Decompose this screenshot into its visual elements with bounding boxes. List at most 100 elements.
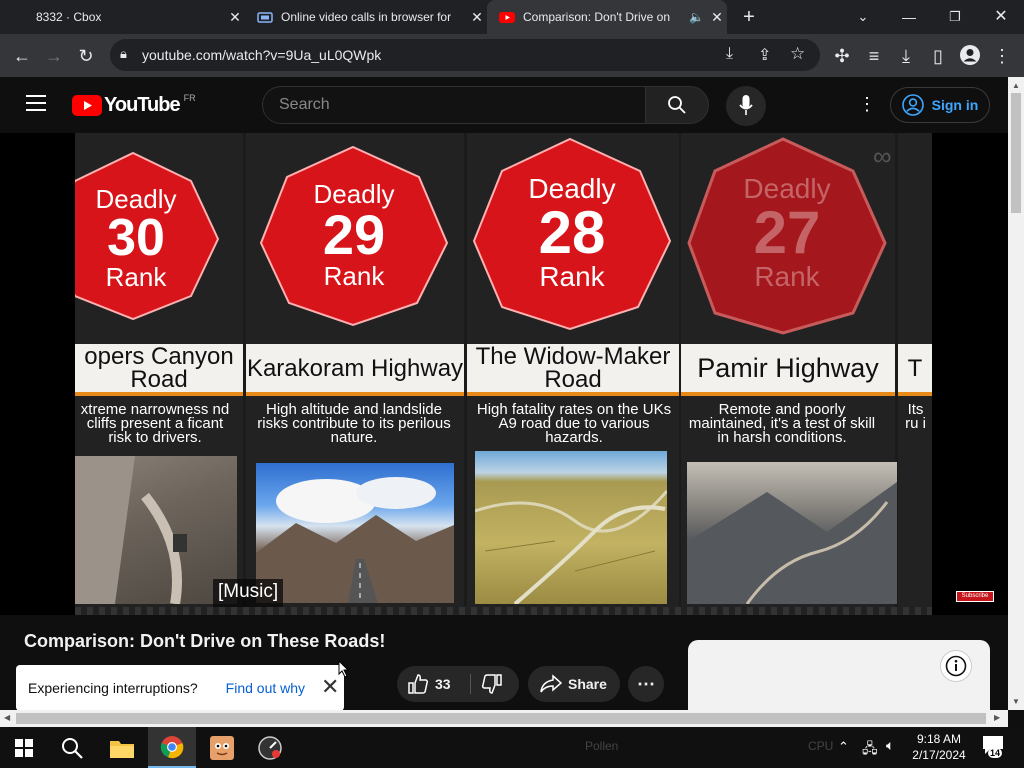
toast-message: Experiencing interruptions? xyxy=(28,680,198,696)
recorder-app[interactable] xyxy=(246,727,294,768)
more-actions-button[interactable]: ⋯ xyxy=(628,666,664,702)
address-bar[interactable]: 🔒︎ youtube.com/watch?v=9Ua_uL0QWpk ⤓ ⇪ ☆ xyxy=(110,39,820,71)
search-icon xyxy=(668,96,686,114)
horizontal-scrollbar[interactable]: ◀ ▶ xyxy=(0,710,1008,727)
tab-youtube-active[interactable]: Comparison: Don't Drive on 🔈 ✕ xyxy=(487,0,727,34)
sign-in-label: Sign in xyxy=(931,97,979,113)
road-title: opers Canyon Road xyxy=(75,344,243,396)
toast-close-icon[interactable]: ✕ xyxy=(321,676,339,698)
like-count: 33 xyxy=(435,676,451,692)
ad-slot[interactable] xyxy=(688,640,990,712)
window-close-icon[interactable]: ✕ xyxy=(990,6,1012,28)
browser-toolbar: ← → ↻ 🔒︎ youtube.com/watch?v=9Ua_uL0QWpk… xyxy=(0,34,1024,77)
video-call-favicon-icon xyxy=(257,9,273,25)
subscribe-watermark[interactable]: Subscribe xyxy=(956,591,994,602)
settings-kebab-icon[interactable]: ⋮ xyxy=(858,94,876,116)
dislike-button[interactable] xyxy=(481,673,503,695)
network-icon[interactable]: 🖧︎ xyxy=(862,738,878,762)
road-title: Pamir Highway xyxy=(681,344,895,396)
hamburger-menu-icon[interactable] xyxy=(26,95,46,111)
info-icon xyxy=(945,655,967,677)
search-input[interactable]: Search xyxy=(262,86,646,124)
volume-muted-icon[interactable]: 🔈︎ xyxy=(886,737,894,754)
side-panel-icon[interactable]: ▯ xyxy=(926,44,950,68)
downloads-icon[interactable]: ⤓ xyxy=(894,44,918,68)
extensions-puzzle-icon[interactable]: ✣ xyxy=(830,44,854,68)
media-queue-icon[interactable]: ≡ xyxy=(862,44,886,68)
scroll-left-arrow-icon[interactable]: ◀ xyxy=(4,713,10,722)
minimize-icon[interactable]: — xyxy=(898,6,920,28)
like-dislike-segment: 33 xyxy=(397,666,519,702)
vertical-scrollbar[interactable]: ▲ ▼ xyxy=(1008,77,1024,710)
infinity-logo-icon: ∞ xyxy=(873,141,892,171)
youtube-play-logo-icon xyxy=(72,95,102,116)
scroll-down-arrow-icon[interactable]: ▼ xyxy=(1012,697,1020,706)
faded-tray-label: Pollen xyxy=(585,739,619,753)
faded-tray-label: CPU xyxy=(808,739,834,753)
video-player[interactable]: Deadly 30 Rank Deadly 29 Rank Deadly 28 … xyxy=(0,133,1008,615)
chrome-menu-kebab-icon[interactable]: ⋮ xyxy=(990,44,1014,68)
tab-video-calls[interactable]: Online video calls in browser for ✕ xyxy=(245,0,487,34)
share-button[interactable]: Share xyxy=(528,666,620,702)
scroll-up-arrow-icon[interactable]: ▲ xyxy=(1012,81,1020,90)
tab-close-icon[interactable]: ✕ xyxy=(467,9,487,26)
install-app-icon[interactable]: ⤓ xyxy=(726,45,733,63)
tab-cbox[interactable]: 8332 · Cbox ✕ xyxy=(0,0,245,34)
road-description: Its ru i xyxy=(905,403,926,431)
tab-label: 8332 · Cbox xyxy=(36,10,102,24)
karakoram-photo xyxy=(256,463,454,603)
clock-time: 9:18 AM xyxy=(916,732,962,746)
browser-tab-strip: 8332 · Cbox ✕ Online video calls in brow… xyxy=(0,0,1024,34)
scrollbar-thumb[interactable] xyxy=(16,713,986,724)
show-hidden-icons-chevron-icon[interactable]: ⌃ xyxy=(838,739,849,755)
notification-center-button[interactable]: 14 xyxy=(982,735,1010,761)
tab-label: Comparison: Don't Drive on xyxy=(523,10,671,24)
youtube-logo[interactable]: YouTube FR xyxy=(72,93,196,117)
windows-logo-icon xyxy=(15,738,33,757)
tab-label: Online video calls in browser for xyxy=(281,10,452,24)
badge-text: Deadly 29 Rank xyxy=(313,179,395,291)
share-page-icon[interactable]: ⇪ xyxy=(758,45,771,65)
scroll-right-arrow-icon[interactable]: ▶ xyxy=(994,713,1000,722)
voice-search-button[interactable] xyxy=(726,86,766,126)
mouse-cursor-icon xyxy=(338,659,350,678)
chrome-app[interactable] xyxy=(148,727,196,768)
tab-close-icon[interactable]: ✕ xyxy=(225,9,245,26)
badge-text-blurred: Deadly 27 Rank xyxy=(743,173,831,292)
interruptions-toast: Experiencing interruptions? Find out why… xyxy=(16,665,344,711)
a9-road-photo xyxy=(475,451,667,604)
new-tab-plus-icon[interactable]: + xyxy=(738,6,760,28)
film-strip-divider xyxy=(75,607,932,615)
back-arrow-icon[interactable]: ← xyxy=(10,44,34,68)
clock[interactable]: 9:18 AM 2/17/2024 xyxy=(910,731,968,763)
bookmark-star-icon[interactable]: ☆ xyxy=(790,44,805,64)
taskbar-search-button[interactable] xyxy=(48,727,96,768)
sign-in-button[interactable]: Sign in xyxy=(890,87,990,123)
tab-search-chevron-icon[interactable]: ⌄ xyxy=(852,6,874,28)
speaker-icon[interactable]: 🔈 xyxy=(689,10,707,24)
character-app[interactable] xyxy=(198,727,246,768)
tab-close-icon[interactable]: ✕ xyxy=(707,9,727,26)
clock-date: 2/17/2024 xyxy=(912,748,966,762)
profile-avatar-icon[interactable] xyxy=(958,44,982,68)
notification-count-badge: 14 xyxy=(988,748,1003,758)
search-button[interactable] xyxy=(645,86,709,124)
recorder-icon xyxy=(258,735,282,760)
find-out-why-link[interactable]: Find out why xyxy=(226,680,305,696)
lock-icon[interactable]: 🔒︎ xyxy=(120,46,127,62)
account-circle-icon xyxy=(901,94,924,116)
video-frame[interactable]: Deadly 30 Rank Deadly 29 Rank Deadly 28 … xyxy=(75,133,932,615)
forward-arrow-icon[interactable]: → xyxy=(42,44,66,68)
restore-icon[interactable]: ❐ xyxy=(944,6,966,28)
reload-icon[interactable]: ↻ xyxy=(74,44,98,68)
file-explorer-app[interactable] xyxy=(98,727,146,768)
scrollbar-thumb[interactable] xyxy=(1011,93,1021,213)
url-text: youtube.com/watch?v=9Ua_uL0QWpk xyxy=(142,47,382,63)
info-button[interactable] xyxy=(940,650,972,682)
like-button[interactable] xyxy=(407,673,429,695)
start-button[interactable] xyxy=(0,727,48,768)
road-description: High altitude and landslide risks contri… xyxy=(257,403,451,445)
road-description: Remote and poorly maintained, it's a tes… xyxy=(688,403,876,445)
thumbs-down-icon xyxy=(481,674,502,694)
windows-taskbar: Pollen CPU ⌃ 🖧︎ 🔈︎ 9:18 AM 2/17/2024 14 xyxy=(0,727,1024,768)
